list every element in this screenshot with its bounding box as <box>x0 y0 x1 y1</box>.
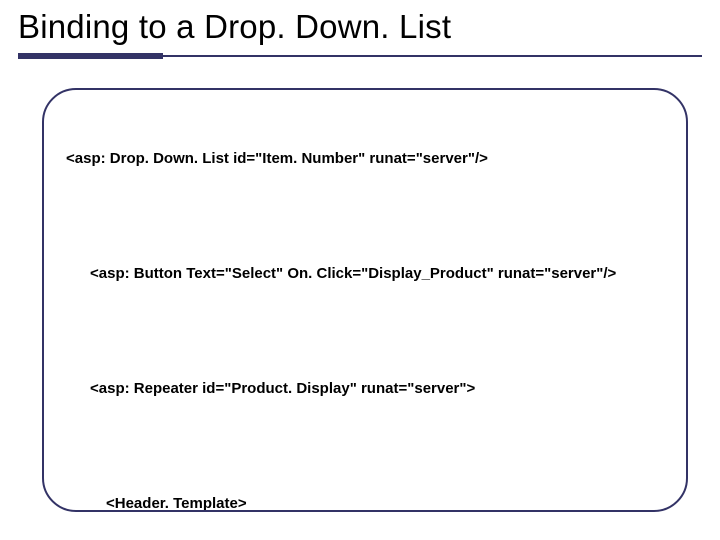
title-underline <box>18 52 702 60</box>
code-line: <asp: Repeater id="Product. Display" run… <box>66 379 664 399</box>
slide-title: Binding to a Drop. Down. List <box>18 8 702 46</box>
underline-thin <box>163 55 702 57</box>
underline-thick <box>18 53 163 59</box>
code-line: <asp: Button Text="Select" On. Click="Di… <box>66 264 664 284</box>
title-bar: Binding to a Drop. Down. List <box>0 0 720 60</box>
content-box: <asp: Drop. Down. List id="Item. Number"… <box>42 88 688 512</box>
slide: Binding to a Drop. Down. List <asp: Drop… <box>0 0 720 540</box>
code-line: <asp: Drop. Down. List id="Item. Number"… <box>66 149 664 169</box>
code-block: <asp: Drop. Down. List id="Item. Number"… <box>66 108 664 512</box>
code-line: <Header. Template> <box>66 494 664 512</box>
